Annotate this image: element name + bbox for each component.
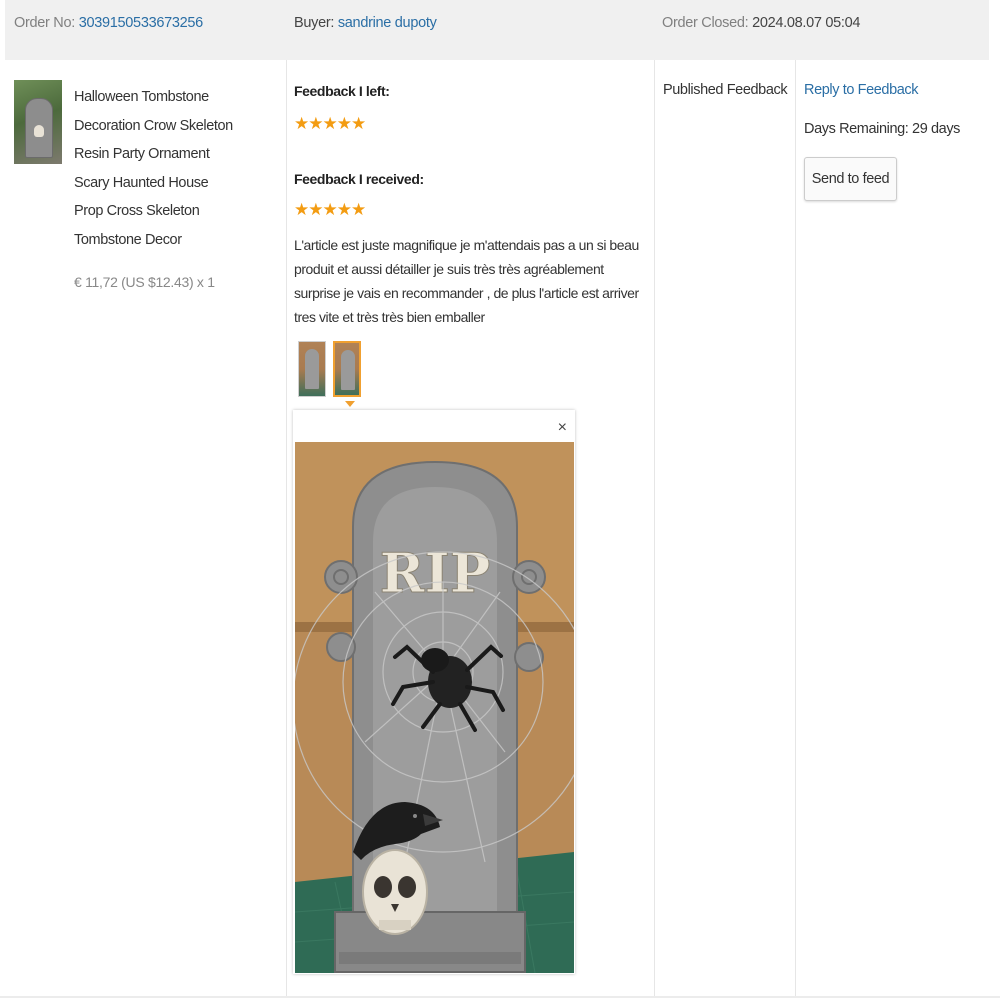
feedback-received-label: Feedback I received: <box>294 171 424 187</box>
tombstone-photo-illustration: RIP <box>295 442 574 973</box>
review-text: L'article est juste magnifique je m'atte… <box>294 237 639 325</box>
days-remaining: Days Remaining: 29 days <box>804 121 961 137</box>
product-title-line: Decoration Crow Skeleton <box>74 117 233 134</box>
close-icon[interactable]: × <box>558 420 567 436</box>
feedback-left-stars: ★★★★★ <box>294 114 366 133</box>
product-title-line: Tombstone Decor <box>74 231 182 248</box>
order-number-field: Order No: 3039150533673256 <box>14 15 203 31</box>
order-header: Order No: 3039150533673256 Buyer: sandri… <box>5 0 989 60</box>
column-divider <box>286 60 287 996</box>
review-photo-thumbnail-active[interactable] <box>333 341 361 397</box>
product-title-line: Halloween Tombstone <box>74 89 209 105</box>
order-closed-field: Order Closed: 2024.08.07 05:04 <box>662 15 860 31</box>
buyer-name-link[interactable]: sandrine dupoty <box>338 15 437 31</box>
review-photo: RIP <box>295 442 574 973</box>
reply-to-feedback-link[interactable]: Reply to Feedback <box>804 82 919 98</box>
column-divider <box>654 60 655 996</box>
review-photo-thumbnail[interactable] <box>298 341 326 397</box>
product-title[interactable]: Halloween Tombstone Decoration Crow Skel… <box>74 83 234 254</box>
order-number-link[interactable]: 3039150533673256 <box>79 15 204 31</box>
feedback-left-label: Feedback I left: <box>294 83 390 99</box>
product-price: € 11,72 (US $12.43) x 1 <box>74 274 215 290</box>
active-thumb-caret-icon <box>345 401 355 407</box>
order-closed-date: 2024.08.07 05:04 <box>752 15 861 31</box>
published-feedback-label: Published Feedback <box>663 82 788 98</box>
order-number-label: Order No: <box>14 15 75 31</box>
product-thumbnail[interactable] <box>14 80 62 164</box>
product-title-line: Scary Haunted House <box>74 174 209 191</box>
product-title-line: Resin Party Ornament <box>74 146 210 162</box>
tombstone-thumbnail-shape <box>25 98 53 158</box>
buyer-field: Buyer: sandrine dupoty <box>294 15 437 31</box>
product-title-line: Prop Cross Skeleton <box>74 203 200 219</box>
feedback-received-stars: ★★★★★ <box>294 200 366 219</box>
order-closed-label: Order Closed: <box>662 15 749 31</box>
buyer-label: Buyer: <box>294 15 335 31</box>
row-divider <box>0 996 1000 998</box>
column-divider <box>795 60 796 996</box>
photo-preview-panel: × RIP <box>293 410 575 974</box>
rip-lettering: RIP <box>380 541 491 605</box>
send-to-feed-button[interactable]: Send to feed <box>804 157 897 201</box>
